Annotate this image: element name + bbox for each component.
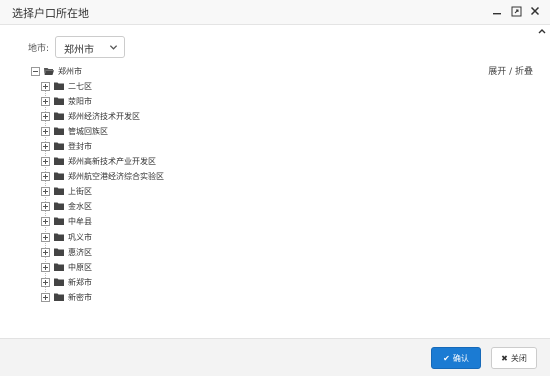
folder-icon (54, 172, 64, 180)
collapse-toggle-icon[interactable] (31, 66, 40, 76)
tree-node[interactable]: 中原区 (41, 261, 92, 273)
tree-node-label: 惠济区 (68, 247, 92, 257)
expand-toggle-icon[interactable] (41, 96, 50, 106)
folder-icon (54, 263, 64, 271)
tree-node-label: 郑州市 (58, 66, 82, 76)
tree-node[interactable]: 管城回族区 (41, 125, 108, 137)
close-icon[interactable] (528, 4, 542, 18)
tree-node-label: 金水区 (68, 201, 92, 211)
close-button[interactable]: ✖ 关闭 (491, 347, 537, 369)
tree-node-label: 郑州航空港经济综合实验区 (68, 171, 164, 181)
region-filter: 地市: 郑州市 (28, 36, 126, 58)
close-x-icon: ✖ (501, 353, 508, 363)
tree-node-label: 上街区 (68, 186, 92, 196)
tree-node-label: 荥阳市 (68, 96, 92, 106)
dialog-titlebar: 选择户口所在地 (0, 0, 550, 25)
expand-toggle-icon[interactable] (41, 292, 50, 302)
folder-open-icon (44, 68, 54, 75)
tree-node[interactable]: 荥阳市 (41, 95, 92, 107)
minimize-icon[interactable] (490, 4, 504, 18)
expand-toggle-icon[interactable] (41, 277, 50, 287)
expand-toggle-icon[interactable] (41, 247, 50, 257)
expand-toggle-icon[interactable] (41, 216, 50, 226)
folder-icon (54, 278, 64, 286)
tree-node-label: 新密市 (68, 292, 92, 302)
chevron-down-icon (109, 45, 118, 50)
expand-toggle-icon[interactable] (41, 126, 50, 136)
expand-toggle-icon[interactable] (41, 141, 50, 151)
tree-node-label: 管城回族区 (68, 126, 108, 136)
folder-icon (54, 293, 64, 301)
expand-toggle-icon[interactable] (41, 232, 50, 242)
tree-node-label: 巩义市 (68, 232, 92, 242)
tree-node[interactable]: 新郑市 (41, 276, 92, 288)
folder-icon (54, 127, 64, 135)
window-controls (490, 4, 542, 18)
folder-icon (54, 142, 64, 150)
tree-node[interactable]: 新密市 (41, 291, 92, 303)
tree-node[interactable]: 登封市 (41, 140, 92, 152)
maximize-icon[interactable] (509, 4, 523, 18)
expand-toggle-icon[interactable] (41, 111, 50, 121)
tree-node[interactable]: 二七区 (41, 80, 92, 92)
collapse-caret-icon[interactable] (537, 26, 547, 36)
tree-node[interactable]: 金水区 (41, 200, 92, 212)
folder-icon (54, 82, 64, 90)
tree-node[interactable]: 上街区 (41, 185, 92, 197)
tree-node-label: 郑州高新技术产业开发区 (68, 156, 156, 166)
region-select-value: 郑州市 (64, 45, 95, 56)
expand-toggle-icon[interactable] (41, 262, 50, 272)
folder-icon (54, 97, 64, 105)
tree-node[interactable]: 惠济区 (41, 246, 92, 258)
tree-node-label: 中原区 (68, 262, 92, 272)
expand-toggle-icon[interactable] (41, 186, 50, 196)
tree-node[interactable]: 中牟县 (41, 215, 92, 227)
region-label: 地市: (28, 43, 50, 54)
folder-icon (54, 248, 64, 256)
tree-root-node[interactable]: 郑州市 (31, 65, 82, 77)
dialog-title: 选择户口所在地 (12, 7, 89, 20)
tree-node-label: 新郑市 (68, 277, 92, 287)
folder-icon (54, 217, 64, 225)
folder-icon (54, 202, 64, 210)
tree-node-label: 登封市 (68, 141, 92, 151)
tree-node-label: 二七区 (68, 81, 92, 91)
expand-toggle-icon[interactable] (41, 81, 50, 91)
tree-node-label: 中牟县 (68, 216, 92, 226)
folder-icon (54, 157, 64, 165)
confirm-button-label: 确认 (452, 353, 469, 363)
tree-node[interactable]: 郑州航空港经济综合实验区 (41, 170, 164, 182)
close-button-label: 关闭 (510, 353, 527, 363)
expand-collapse-toggle[interactable]: 展开 / 折叠 (488, 64, 533, 77)
dialog-footer: ✔ 确认 ✖ 关闭 (0, 338, 550, 376)
confirm-button[interactable]: ✔ 确认 (431, 347, 481, 369)
region-select[interactable]: 郑州市 (55, 36, 126, 58)
expand-toggle-icon[interactable] (41, 156, 50, 166)
tree-node[interactable]: 巩义市 (41, 231, 92, 243)
expand-toggle-icon[interactable] (41, 171, 50, 181)
folder-icon (54, 233, 64, 241)
tree-node[interactable]: 郑州高新技术产业开发区 (41, 155, 156, 167)
expand-toggle-icon[interactable] (41, 201, 50, 211)
folder-icon (54, 112, 64, 120)
folder-icon (54, 187, 64, 195)
check-icon: ✔ (443, 353, 450, 363)
tree-node[interactable]: 郑州经济技术开发区 (41, 110, 140, 122)
tree-node-label: 郑州经济技术开发区 (68, 111, 140, 121)
